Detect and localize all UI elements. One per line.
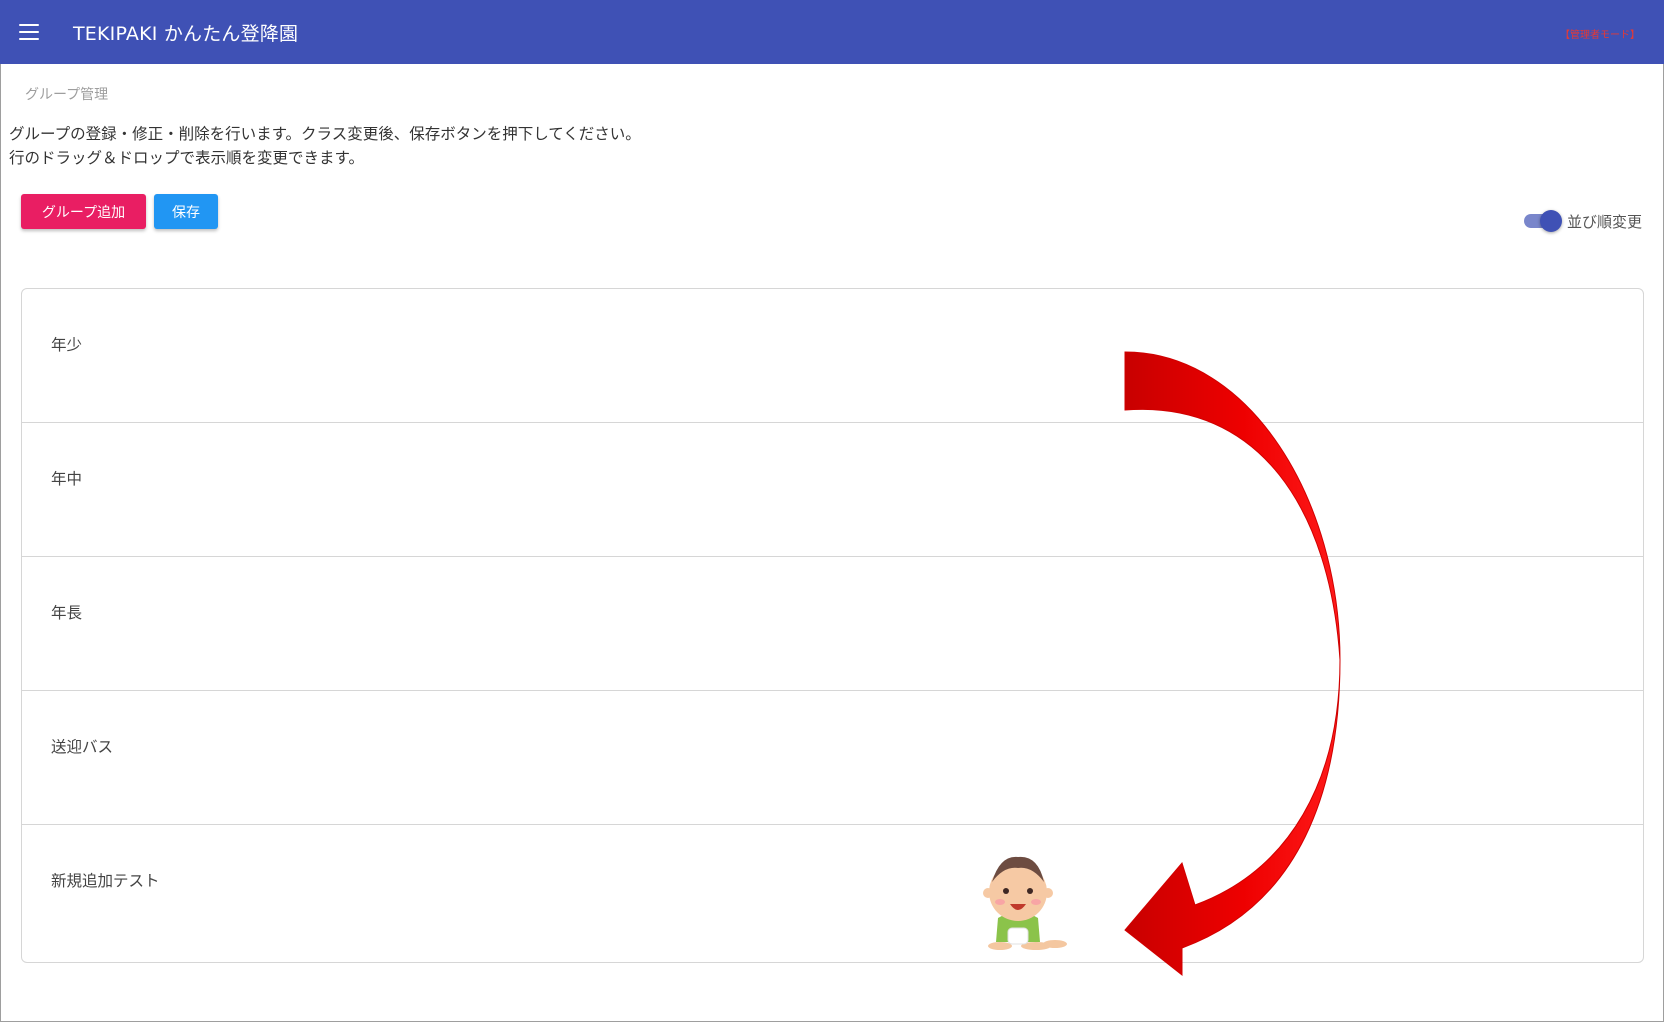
group-row[interactable]: 新規追加テスト (22, 825, 1643, 959)
group-row[interactable]: 年少 (22, 289, 1643, 423)
group-row[interactable]: 年中 (22, 423, 1643, 557)
group-row[interactable]: 送迎バス (22, 691, 1643, 825)
sort-order-toggle[interactable] (1522, 210, 1562, 232)
app-title: TEKIPAKI かんたん登降園 (73, 23, 299, 45)
hamburger-menu-icon[interactable] (19, 24, 39, 40)
group-row[interactable]: 年長 (22, 557, 1643, 691)
save-button[interactable]: 保存 (154, 194, 218, 229)
group-row-label: 送迎バス (51, 738, 114, 756)
description-line-1: グループの登録・修正・削除を行います。クラス変更後、保存ボタンを押下してください… (9, 125, 641, 143)
admin-mode-badge: 【管理者モード】 (1560, 30, 1640, 41)
group-row-label: 新規追加テスト (51, 872, 160, 890)
group-row-label: 年少 (51, 336, 83, 354)
group-row-label: 年長 (51, 604, 83, 622)
add-group-button[interactable]: グループ追加 (21, 194, 146, 229)
toggle-knob (1540, 210, 1562, 232)
group-list: 年少 年中 年長 送迎バス 新規追加テスト (21, 288, 1644, 963)
app-bar: TEKIPAKI かんたん登降園 【管理者モード】 (0, 0, 1664, 64)
description-line-2: 行のドラッグ＆ドロップで表示順を変更できます。 (9, 149, 364, 167)
group-row-label: 年中 (51, 470, 83, 488)
page-description: グループの登録・修正・削除を行います。クラス変更後、保存ボタンを押下してください… (9, 122, 641, 170)
sort-order-toggle-label: 並び順変更 (1567, 213, 1643, 231)
breadcrumb: グループ管理 (25, 87, 109, 103)
